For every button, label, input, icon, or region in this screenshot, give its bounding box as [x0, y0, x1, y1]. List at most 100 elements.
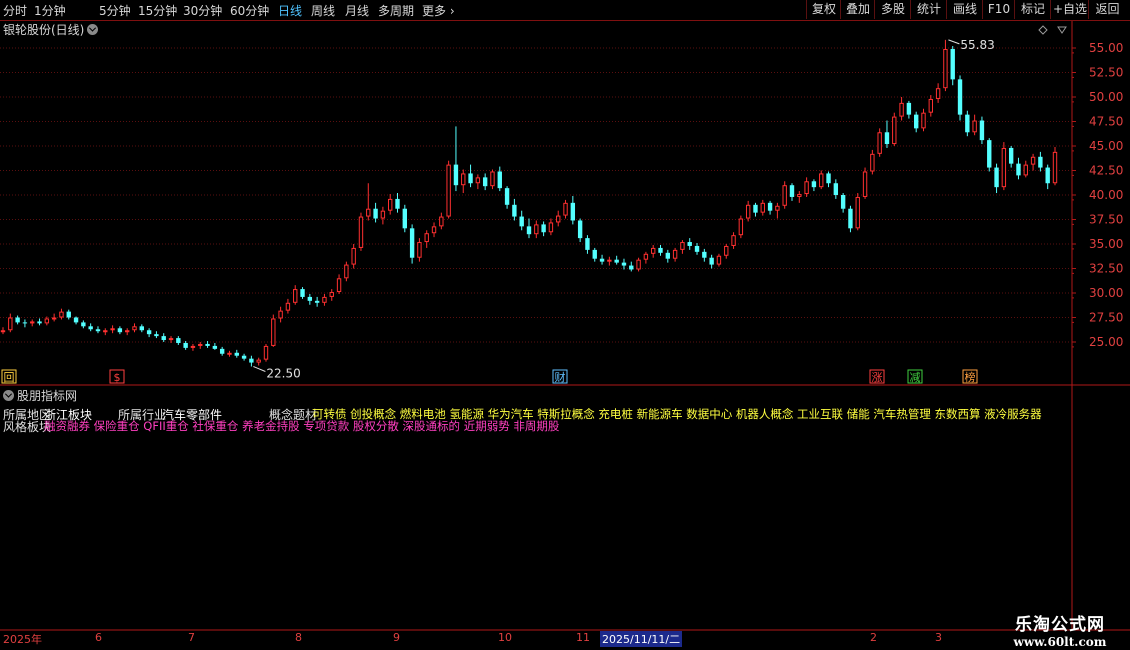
price-tick-label: 27.50 — [1089, 311, 1123, 325]
candle-up — [256, 359, 261, 363]
candle-up — [651, 247, 656, 254]
diamond-icon — [1038, 25, 1048, 35]
candle-down — [848, 208, 853, 229]
price-tick-label: 50.00 — [1089, 90, 1123, 104]
candle-down — [402, 208, 407, 229]
candle-up — [475, 177, 481, 184]
candle-up — [263, 345, 269, 360]
candle-up — [285, 302, 291, 311]
candle-down — [599, 258, 605, 262]
candle-up — [322, 296, 327, 303]
candle-up — [899, 102, 904, 117]
candle-up — [548, 222, 554, 233]
candle-down — [117, 328, 123, 333]
candle-up — [344, 264, 349, 279]
candle-down — [249, 358, 254, 363]
event-marker: 财 — [555, 370, 566, 384]
candle-up — [431, 226, 437, 234]
candle-down — [314, 300, 320, 303]
candle-down — [694, 245, 700, 252]
candle-up — [30, 321, 35, 324]
low-price-label: 22.50 — [266, 367, 300, 381]
candle-down — [1008, 147, 1014, 164]
candle-up — [198, 343, 203, 346]
candle-up — [797, 194, 802, 197]
candle-up — [366, 208, 371, 217]
candle-down — [526, 226, 532, 235]
price-tick-label: 55.00 — [1089, 41, 1123, 55]
price-tick-label: 40.00 — [1089, 188, 1123, 202]
candle-up — [921, 112, 926, 129]
candle-up — [168, 338, 174, 341]
candle-down — [950, 48, 955, 80]
candle-down — [468, 173, 473, 184]
candle-down — [884, 132, 890, 145]
date-tick: 11 — [576, 631, 590, 644]
candle-up — [738, 218, 744, 236]
candle-down — [176, 338, 181, 343]
candle-up — [672, 249, 678, 259]
candle-down — [833, 183, 839, 195]
event-marker: 减 — [910, 371, 921, 384]
candle-down — [658, 247, 663, 253]
candle-down — [15, 317, 20, 323]
candle-down — [73, 317, 79, 323]
candle-down — [629, 265, 634, 270]
candle-down — [512, 204, 517, 217]
kline-chart[interactable]: 55.00 52.50 50.00 47.50 45.00 42.50 40.00 37.50… — [0, 0, 1130, 650]
date-axis: 2025年 6 7 8 9 10 11 2025/11/11/二 2 3 — [0, 630, 1072, 647]
candle-up — [1030, 156, 1036, 165]
candle-up — [716, 255, 722, 265]
candle-up — [563, 202, 568, 216]
candle-up — [819, 173, 824, 188]
candle-up — [804, 181, 809, 195]
candle-down — [373, 208, 378, 219]
site-watermark: 乐淘公式网 www.60lt.com — [995, 610, 1125, 649]
candle-down — [753, 204, 758, 213]
indicator-panel-name: 股朋指标网 — [17, 389, 78, 403]
price-tick-label: 42.50 — [1089, 164, 1123, 178]
candle-up — [0, 330, 6, 333]
candle-down — [183, 342, 188, 348]
candle-up — [388, 198, 393, 211]
candle-up — [972, 120, 977, 133]
candle-down — [702, 251, 707, 258]
candle-up — [782, 185, 787, 206]
candle-up — [636, 259, 641, 270]
low-pointer — [253, 366, 266, 372]
candle-up — [877, 132, 882, 154]
candle-down — [570, 202, 576, 221]
candle-down — [709, 257, 714, 265]
date-tick: 8 — [295, 631, 302, 644]
candle-up — [44, 318, 50, 324]
candle-up — [1001, 147, 1007, 188]
candle-up — [534, 224, 539, 235]
candle-up — [190, 345, 196, 348]
triangle-icon — [1057, 26, 1067, 34]
candle-down — [241, 355, 247, 359]
candle-down — [687, 242, 692, 246]
candle-up — [870, 153, 875, 172]
candle-up — [607, 259, 612, 262]
price-tick-label: 30.00 — [1089, 286, 1123, 300]
high-price-label: 55.83 — [960, 38, 994, 52]
candle-down — [826, 173, 831, 184]
candle-down — [621, 262, 627, 266]
date-tick: 7 — [188, 631, 195, 644]
panel-menu-icon[interactable] — [3, 390, 14, 401]
candle-down — [88, 326, 93, 330]
candle-up — [892, 116, 897, 145]
candle-up — [424, 233, 429, 243]
candle-down — [146, 330, 152, 335]
event-marker: 榜 — [965, 370, 976, 384]
candle-down — [1045, 167, 1050, 184]
candle-up — [336, 278, 342, 293]
candle-down — [307, 296, 313, 301]
candle-up — [760, 202, 765, 213]
candle-up — [417, 242, 422, 258]
candle-up — [271, 318, 276, 346]
candle-down — [957, 79, 963, 115]
date-tick: 2 — [870, 631, 877, 644]
candle-up — [132, 326, 137, 331]
candle-up — [51, 317, 57, 320]
